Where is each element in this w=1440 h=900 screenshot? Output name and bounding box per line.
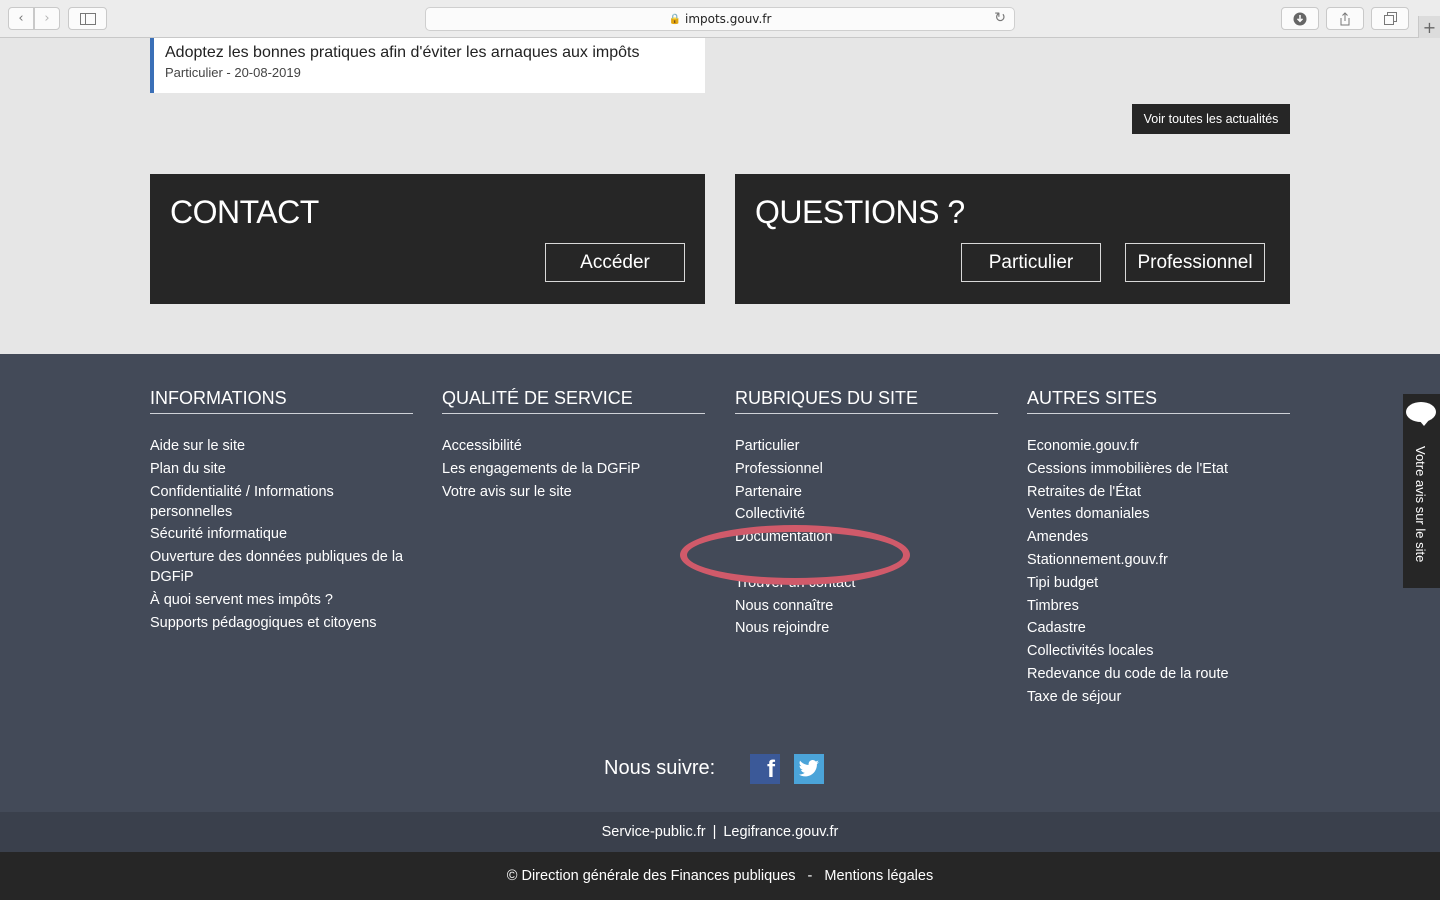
forward-button[interactable]: › bbox=[34, 7, 60, 30]
share-icon bbox=[1340, 11, 1350, 25]
footer-link[interactable]: Nous rejoindre bbox=[735, 618, 998, 638]
footer-qualite: QUALITÉ DE SERVICE Accessibilité Les eng… bbox=[442, 388, 705, 504]
tabs-icon bbox=[1383, 12, 1397, 25]
footer-link[interactable]: Sécurité informatique bbox=[150, 524, 413, 544]
browser-toolbar: ‹ › 🔒 impots.gouv.fr ↻ + bbox=[0, 0, 1440, 38]
service-public-link[interactable]: Service-public.fr bbox=[602, 824, 706, 840]
speech-bubble-tail bbox=[1419, 420, 1429, 426]
contact-title: CONTACT bbox=[170, 194, 319, 230]
lock-icon: 🔒 bbox=[668, 13, 681, 25]
news-meta: Particulier - 20-08-2019 bbox=[165, 65, 301, 80]
footer-link[interactable]: Accessibilité bbox=[442, 436, 705, 456]
downloads-button[interactable] bbox=[1281, 7, 1319, 30]
new-tab-button[interactable]: + bbox=[1418, 16, 1440, 38]
sidebar-toggle-button[interactable] bbox=[68, 7, 107, 30]
address-bar[interactable]: 🔒 impots.gouv.fr ↻ bbox=[425, 7, 1015, 31]
footer-link[interactable]: Redevance du code de la route bbox=[1027, 664, 1290, 684]
tab-overview-button[interactable] bbox=[1371, 7, 1409, 30]
footer-autres-sites: AUTRES SITES Economie.gouv.fr Cessions i… bbox=[1027, 388, 1290, 710]
contact-access-button[interactable]: Accéder bbox=[545, 243, 685, 282]
footer-heading: QUALITÉ DE SERVICE bbox=[442, 388, 705, 414]
speech-bubble-icon bbox=[1406, 402, 1436, 422]
copyright-text: © Direction générale des Finances publiq… bbox=[506, 868, 796, 884]
footer-link[interactable]: Cadastre bbox=[1027, 618, 1290, 638]
contact-box: CONTACT Accéder bbox=[150, 174, 705, 304]
share-button[interactable] bbox=[1326, 7, 1364, 30]
footer-heading: INFORMATIONS bbox=[150, 388, 413, 414]
questions-professionnel-button[interactable]: Professionnel bbox=[1125, 243, 1265, 282]
feedback-label: Votre avis sur le site bbox=[1413, 446, 1428, 563]
footer-link[interactable]: Ouverture des données publiques de la DG… bbox=[150, 547, 413, 587]
footer-link[interactable]: Cessions immobilières de l'Etat bbox=[1027, 459, 1290, 479]
back-button[interactable]: ‹ bbox=[8, 7, 34, 30]
footer-link[interactable]: Plan du site bbox=[150, 459, 413, 479]
footer-link[interactable]: Professionnel bbox=[735, 459, 998, 479]
footer-link[interactable]: Les engagements de la DGFiP bbox=[442, 459, 705, 479]
footer-link[interactable]: Collectivité bbox=[735, 504, 998, 524]
footer-link[interactable]: Amendes bbox=[1027, 527, 1290, 547]
footer-link[interactable]: À quoi servent mes impôts ? bbox=[150, 590, 413, 610]
chevron-left-icon: ‹ bbox=[18, 11, 24, 26]
footer-link[interactable]: Partenaire bbox=[735, 482, 998, 502]
news-card[interactable]: Adoptez les bonnes pratiques afin d'évit… bbox=[150, 38, 705, 93]
reload-icon[interactable]: ↻ bbox=[994, 10, 1006, 26]
footer-informations: INFORMATIONS Aide sur le site Plan du si… bbox=[150, 388, 413, 636]
footer-link[interactable]: Nous connaître bbox=[735, 596, 998, 616]
follow-label: Nous suivre: bbox=[604, 757, 716, 779]
site-footer: INFORMATIONS Aide sur le site Plan du si… bbox=[0, 354, 1440, 812]
footer-link[interactable]: Economie.gouv.fr bbox=[1027, 436, 1290, 456]
footer-heading: AUTRES SITES bbox=[1027, 388, 1290, 414]
footer-link[interactable]: Taxe de séjour bbox=[1027, 687, 1290, 707]
footer-link[interactable]: Aide sur le site bbox=[150, 436, 413, 456]
all-news-button[interactable]: Voir toutes les actualités bbox=[1132, 104, 1290, 134]
footer-link[interactable]: Votre avis sur le site bbox=[442, 482, 705, 502]
footer-link[interactable]: Stationnement.gouv.fr bbox=[1027, 550, 1290, 570]
partner-links-bar: Service-public.fr | Legifrance.gouv.fr bbox=[0, 812, 1440, 852]
copyright-bar: © Direction générale des Finances publiq… bbox=[0, 852, 1440, 900]
footer-link[interactable]: Timbres bbox=[1027, 596, 1290, 616]
link-separator: | bbox=[712, 824, 717, 840]
questions-box: QUESTIONS ? Particulier Professionnel bbox=[735, 174, 1290, 304]
footer-link[interactable]: Retraites de l'État bbox=[1027, 482, 1290, 502]
questions-title: QUESTIONS ? bbox=[755, 194, 965, 230]
chevron-right-icon: › bbox=[44, 11, 50, 26]
feedback-tab[interactable]: Votre avis sur le site bbox=[1403, 394, 1440, 588]
legifrance-link[interactable]: Legifrance.gouv.fr bbox=[723, 824, 838, 840]
footer-link[interactable]: Confidentialité / Informations personnel… bbox=[150, 482, 413, 522]
footer-link[interactable]: Collectivités locales bbox=[1027, 641, 1290, 661]
footer-link[interactable]: Particulier bbox=[735, 436, 998, 456]
copyright-separator: - bbox=[807, 868, 813, 884]
footer-rubriques: RUBRIQUES DU SITE Particulier Profession… bbox=[735, 388, 998, 641]
footer-link[interactable]: Supports pédagogiques et citoyens bbox=[150, 613, 413, 633]
download-icon bbox=[1293, 12, 1307, 25]
footer-link[interactable]: Ventes domaniales bbox=[1027, 504, 1290, 524]
news-title[interactable]: Adoptez les bonnes pratiques afin d'évit… bbox=[165, 43, 705, 63]
facebook-icon[interactable]: f bbox=[750, 754, 780, 784]
legal-link[interactable]: Mentions légales bbox=[824, 868, 933, 884]
footer-heading: RUBRIQUES DU SITE bbox=[735, 388, 998, 414]
url-text: impots.gouv.fr bbox=[684, 12, 772, 26]
twitter-icon[interactable] bbox=[794, 754, 824, 784]
plus-icon: + bbox=[1422, 17, 1437, 37]
highlight-ellipse bbox=[680, 525, 910, 585]
sidebar-icon bbox=[79, 12, 96, 25]
footer-link[interactable]: Tipi budget bbox=[1027, 573, 1290, 593]
questions-particulier-button[interactable]: Particulier bbox=[961, 243, 1101, 282]
